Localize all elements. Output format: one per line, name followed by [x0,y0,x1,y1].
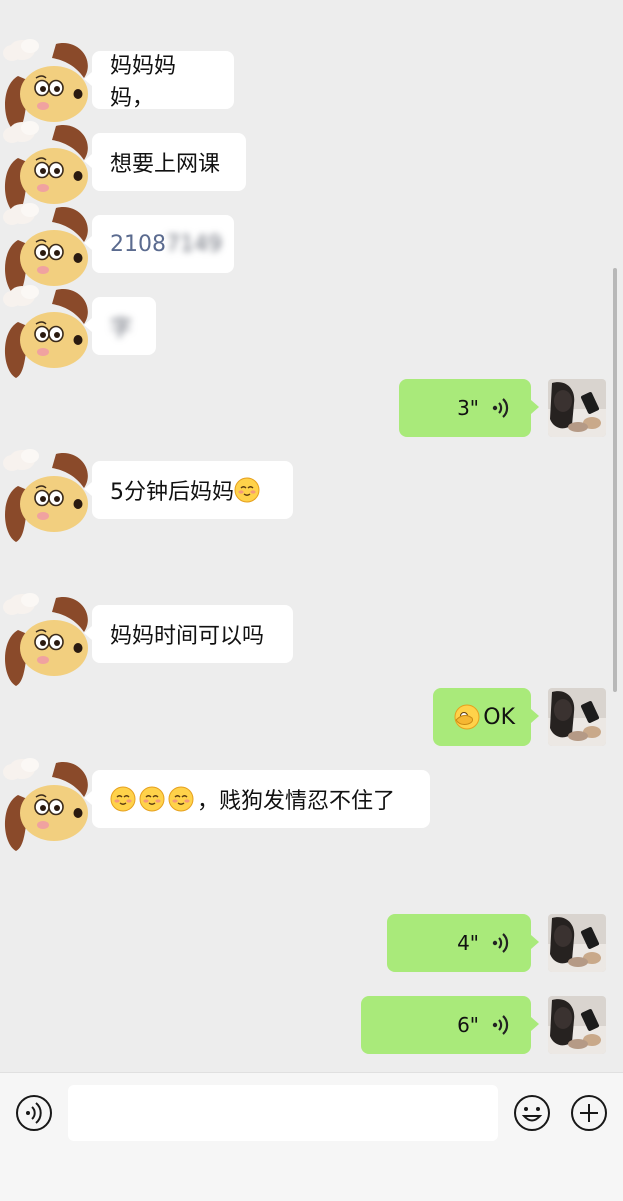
message-text: OK [483,704,515,730]
message-bubble[interactable]: 21087149 [84,215,234,273]
message-text: ，贱狗发情忍不住了 [197,789,396,814]
message-bubble[interactable]: 妈妈时间可以吗 [84,605,293,663]
plus-icon[interactable] [570,1094,608,1132]
phone-number-link[interactable]: 21087149 [110,232,222,257]
smiling-emoji-icon [234,477,260,503]
chat-area[interactable]: 妈妈妈妈， 想要上网课 21087149 字 3" 5分钟后妈妈 妈妈时间可以吗 [0,0,623,1072]
voice-duration: 4" [457,931,479,955]
voice-message-bubble[interactable]: 6" [361,996,539,1054]
my-avatar[interactable] [548,379,606,437]
voice-waves-icon [491,932,509,954]
my-avatar[interactable] [548,688,606,746]
voice-waves-icon [491,397,509,419]
smiling-emoji-icon [168,786,194,812]
message-text: 妈妈妈妈， [110,54,177,111]
facepalm-emoji-icon [454,704,480,730]
my-avatar[interactable] [548,914,606,972]
message-text: 想要上网课 [110,152,221,177]
message-bubble[interactable]: 5分钟后妈妈 [84,461,293,519]
message-bubble[interactable]: 字 [84,297,156,355]
blurred-digits: 7149 [166,231,222,257]
voice-message-bubble[interactable]: 4" [387,914,539,972]
input-bar [0,1072,623,1201]
message-bubble[interactable]: 想要上网课 [84,133,246,191]
voice-input-icon[interactable] [15,1094,53,1132]
voice-duration: 3" [457,396,479,420]
smiling-emoji-icon [110,786,136,812]
message-bubble[interactable]: 妈妈妈妈， [84,51,234,111]
blurred-text: 字 [110,316,133,341]
emoji-icon[interactable] [513,1094,551,1132]
message-bubble[interactable]: ，贱狗发情忍不住了 [84,770,430,828]
smiling-emoji-icon [139,786,165,812]
voice-message-bubble[interactable]: 3" [399,379,539,437]
contact-avatar[interactable] [0,590,92,690]
contact-avatar[interactable] [0,282,92,382]
contact-avatar[interactable] [0,446,92,546]
voice-duration: 6" [457,1013,479,1037]
message-text: 妈妈时间可以吗 [110,624,265,649]
message-bubble[interactable]: OK [433,688,539,746]
message-input[interactable] [68,1085,498,1141]
my-avatar[interactable] [548,996,606,1054]
scrollbar[interactable] [613,268,617,692]
message-text: 5分钟后妈妈 [110,480,234,505]
contact-avatar[interactable] [0,755,92,855]
voice-waves-icon [491,1014,509,1036]
